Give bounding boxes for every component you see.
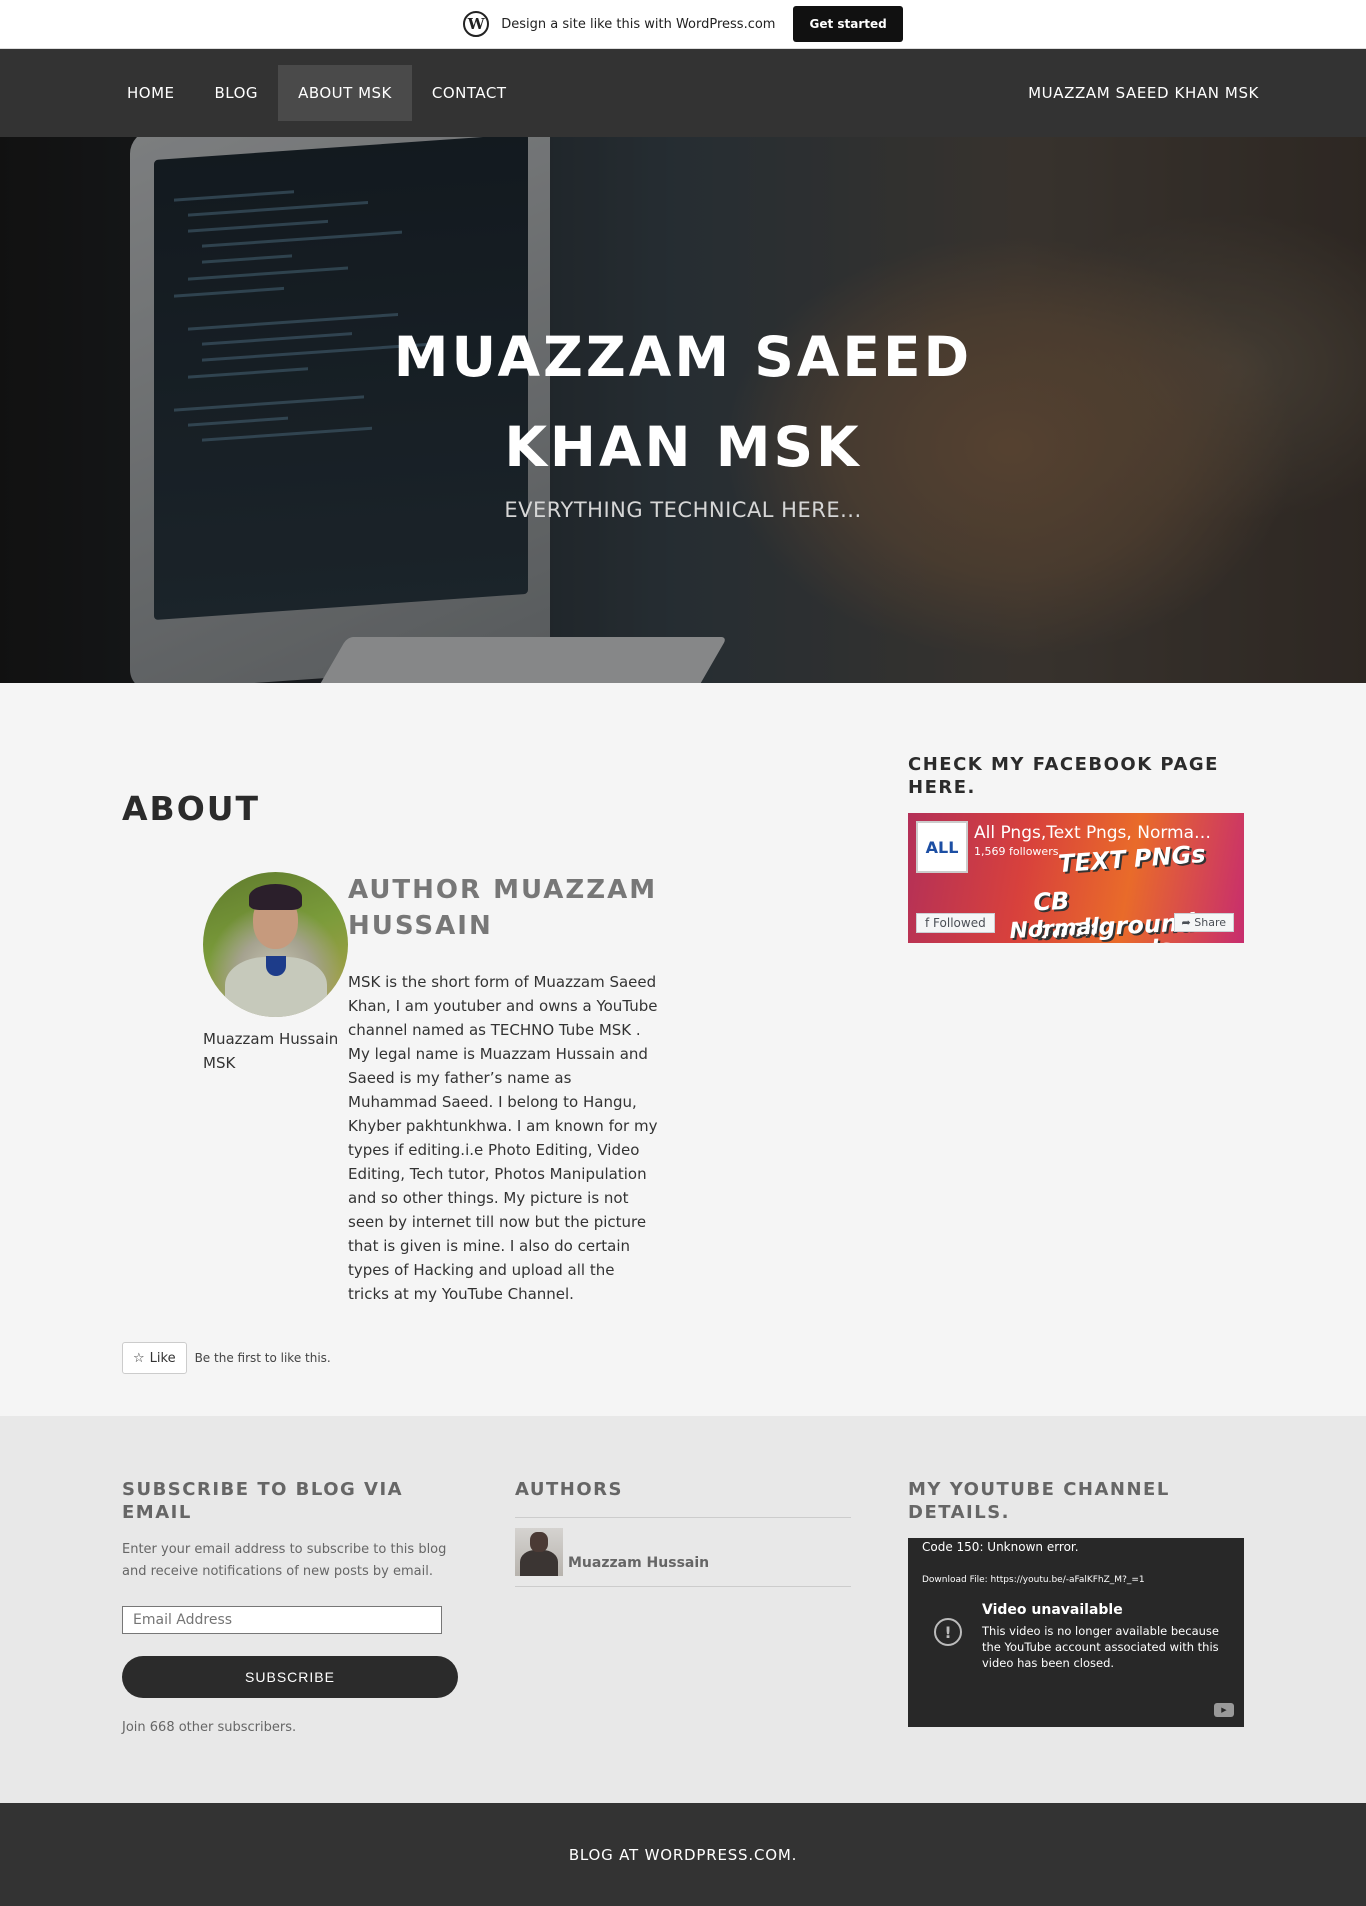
author-avatar (203, 872, 348, 1017)
wordpress-logo-icon[interactable]: W (463, 11, 490, 37)
subscribe-widget: SUBSCRIBE TO BLOG VIA EMAIL Enter your e… (122, 1478, 458, 1803)
author-caption: Muazzam Hussain MSK (203, 1027, 348, 1075)
authors-title: AUTHORS (515, 1479, 623, 1500)
facebook-followed-button[interactable]: f Followed (916, 913, 995, 933)
like-button-label: Like (149, 1350, 176, 1366)
subscribe-description: Enter your email address to subscribe to… (122, 1542, 447, 1579)
hero-header: MUAZZAM SAEED KHAN MSK EVERYTHING TECHNI… (0, 137, 1366, 683)
author-link[interactable]: Muazzam Hussain (568, 1555, 709, 1571)
wordpress-promo-bar: W Design a site like this with WordPress… (0, 0, 1366, 49)
facebook-page-name[interactable]: All Pngs,Text Pngs, Norma… (974, 823, 1211, 843)
author-heading: AUTHOR MUAZZAM HUSSAIN (348, 872, 658, 944)
wordpress-credit-link[interactable]: BLOG AT WORDPRESS.COM. (569, 1846, 797, 1864)
nav-item-about-msk[interactable]: ABOUT MSK (278, 65, 412, 121)
like-note: Be the first to like this. (194, 1351, 331, 1365)
hero-text: MUAZZAM SAEED KHAN MSK EVERYTHING TECHNI… (0, 312, 1366, 522)
facebook-widget-title: CHECK MY FACEBOOK PAGE HERE. (908, 754, 1219, 798)
author-caption-line-1: Muazzam Hussain (203, 1030, 339, 1048)
facebook-page-logo[interactable]: ALL (916, 821, 968, 873)
facebook-share-label: Share (1194, 916, 1226, 929)
facebook-followed-label: Followed (933, 916, 986, 930)
site-title[interactable]: MUAZZAM SAEED KHAN MSK (0, 312, 1366, 492)
site-title-line-1: MUAZZAM SAEED (393, 325, 973, 389)
facebook-share-button[interactable]: ➦ Share (1173, 913, 1234, 932)
facebook-cover-text-1: TEXT PNGs (1057, 839, 1207, 879)
footer-widgets: SUBSCRIBE TO BLOG VIA EMAIL Enter your e… (0, 1416, 1366, 1803)
authors-widget: AUTHORS Muazzam Hussain (515, 1478, 851, 1803)
authors-list: Muazzam Hussain (515, 1517, 851, 1587)
sidebar: CHECK MY FACEBOOK PAGE HERE. TEXT PNGs C… (908, 683, 1244, 1416)
page-title: ABOUT (122, 789, 261, 828)
star-icon: ☆ (133, 1350, 145, 1366)
facebook-icon: f (925, 916, 934, 930)
nav-item-home[interactable]: HOME (107, 65, 195, 121)
author-thumbnail[interactable] (515, 1528, 563, 1576)
author-details: AUTHOR MUAZZAM HUSSAIN MSK is the short … (348, 872, 658, 1306)
site-footer: BLOG AT WORDPRESS.COM. (0, 1803, 1366, 1906)
promo-text: Design a site like this with WordPress.c… (501, 16, 776, 32)
like-button[interactable]: ☆ Like (122, 1342, 187, 1374)
site-tagline: EVERYTHING TECHNICAL HERE... (504, 498, 862, 522)
youtube-embed[interactable]: Code 150: Unknown error. Download File: … (908, 1538, 1244, 1727)
youtube-unavailable-message: This video is no longer available becaus… (982, 1624, 1219, 1670)
youtube-icon[interactable]: ▶ (1214, 1703, 1234, 1717)
nav-item-contact[interactable]: CONTACT (412, 65, 527, 121)
site-title-line-2: KHAN MSK (504, 415, 862, 479)
author-heading-line-1: AUTHOR MUAZZAM (348, 875, 658, 905)
facebook-followers-count: 1,569 followers (974, 845, 1059, 858)
main-navigation: HOME BLOG ABOUT MSK CONTACT MUAZZAM SAEE… (0, 49, 1366, 137)
subscriber-count: Join 668 other subscribers. (122, 1720, 297, 1735)
email-field[interactable] (122, 1606, 442, 1634)
nav-site-title[interactable]: MUAZZAM SAEED KHAN MSK (1028, 84, 1259, 102)
share-icon: ➦ (1181, 916, 1195, 929)
author-heading-line-2: HUSSAIN (348, 911, 493, 941)
author-bio: MSK is the short form of Muazzam Saeed K… (348, 973, 658, 1303)
page-content: ABOUT Muazzam Hussain MSK AUTHOR MUAZZAM… (122, 683, 862, 1416)
author-profile: Muazzam Hussain MSK (122, 872, 348, 1306)
nav-item-blog[interactable]: BLOG (195, 65, 279, 121)
youtube-download-link[interactable]: Download File: https://youtu.be/-aFalKFh… (922, 1575, 1145, 1585)
youtube-title: MY YOUTUBE CHANNEL DETAILS. (908, 1479, 1170, 1523)
subscribe-button[interactable]: SUBSCRIBE (122, 1656, 458, 1698)
nav-menu: HOME BLOG ABOUT MSK CONTACT (107, 65, 527, 121)
youtube-widget: MY YOUTUBE CHANNEL DETAILS. Code 150: Un… (908, 1478, 1244, 1803)
subscribe-title: SUBSCRIBE TO BLOG VIA EMAIL (122, 1479, 404, 1523)
youtube-error-code: Code 150: Unknown error. (922, 1540, 1079, 1554)
like-widget: ☆ Like Be the first to like this. (122, 1342, 862, 1374)
main-content-area: ABOUT Muazzam Hussain MSK AUTHOR MUAZZAM… (0, 683, 1366, 1416)
alert-circle-icon: ! (934, 1618, 962, 1646)
youtube-unavailable-title: Video unavailable (982, 1602, 1123, 1618)
facebook-page-plugin[interactable]: TEXT PNGs CB backgrounds Normal Backgrou… (908, 813, 1244, 943)
author-section: Muazzam Hussain MSK AUTHOR MUAZZAM HUSSA… (122, 872, 862, 1306)
author-caption-line-2: MSK (203, 1054, 236, 1072)
get-started-button[interactable]: Get started (793, 6, 903, 42)
